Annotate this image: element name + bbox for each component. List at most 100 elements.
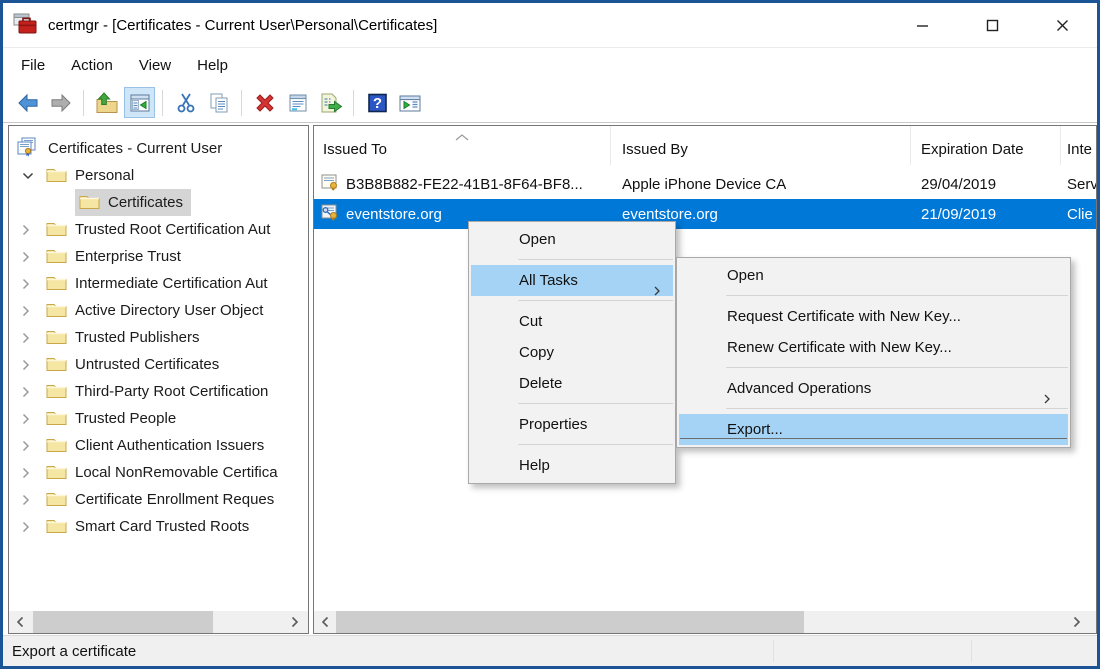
tree-item-cert-enrollment-requests[interactable]: Certificate Enrollment Reques [9,486,308,513]
menu-help[interactable]: Help [184,52,241,79]
show-console-tree-button[interactable] [124,87,155,118]
tree-item-trusted-root[interactable]: Trusted Root Certification Aut [9,216,308,243]
context-menu-open[interactable]: Open [471,224,673,255]
menu-file[interactable]: File [8,52,58,79]
chevron-right-icon[interactable] [22,386,34,398]
close-button[interactable] [1027,3,1097,47]
console-tree: Certificates - Current User Personal [9,126,308,540]
tree-item-client-auth-issuers[interactable]: Client Authentication Issuers [9,432,308,459]
folder-icon [46,327,67,348]
tree-item-enterprise-trust[interactable]: Enterprise Trust [9,243,308,270]
folder-icon [46,462,67,483]
tree-item-third-party-root[interactable]: Third-Party Root Certification [9,378,308,405]
tree-item-label: Personal [75,167,134,184]
submenu-open[interactable]: Open [679,260,1068,291]
delete-button[interactable] [249,87,280,118]
folder-icon [46,381,67,402]
tree-item-untrusted-certificates[interactable]: Untrusted Certificates [9,351,308,378]
chevron-right-icon[interactable] [22,413,34,425]
console-tree-icon [128,91,152,115]
certificate-row-eventstore-selected[interactable]: eventstore.org eventstore.org 21/09/2019… [314,199,1096,229]
back-button[interactable] [12,87,43,118]
scroll-left-arrow[interactable] [316,611,334,633]
scroll-right-arrow[interactable] [1068,611,1086,633]
menu-view[interactable]: View [126,52,184,79]
help-button[interactable]: ? [361,87,392,118]
tree-item-personal[interactable]: Personal [9,162,308,189]
new-window-icon [397,91,423,115]
properties-button[interactable] [282,87,313,118]
chevron-right-icon[interactable] [22,332,34,344]
tree-item-label: Certificates - Current User [48,140,222,157]
chevron-right-icon[interactable] [22,305,34,317]
forward-button[interactable] [45,87,76,118]
context-menu-cut[interactable]: Cut [471,306,673,337]
chevron-right-icon[interactable] [22,467,34,479]
purposes-value: Clie [1067,206,1093,223]
scrollbar-thumb[interactable] [336,611,804,633]
scrollbar-thumb[interactable] [33,611,213,633]
scroll-left-arrow[interactable] [11,611,29,633]
back-arrow-icon [16,91,40,115]
tree-item-certificates-current-user[interactable]: Certificates - Current User [9,135,308,162]
issued-by-value: eventstore.org [622,206,718,223]
chevron-right-icon[interactable] [22,224,34,236]
context-menu-all-tasks[interactable]: All Tasks [471,265,673,296]
scroll-right-arrow[interactable] [286,611,304,633]
menu-separator [518,300,673,301]
tree-item-label: Trusted People [75,410,176,427]
minimize-button[interactable] [887,3,957,47]
context-menu-copy[interactable]: Copy [471,337,673,368]
context-menu-delete[interactable]: Delete [471,368,673,399]
chevron-right-icon[interactable] [22,251,34,263]
certificate-row-b3b8b882[interactable]: B3B8B882-FE22-41B1-8F64-BF8... Apple iPh… [314,169,1096,199]
chevron-right-icon[interactable] [22,278,34,290]
tree-item-smart-card-roots[interactable]: Smart Card Trusted Roots [9,513,308,540]
folder-icon [46,489,67,510]
column-header-issued-to[interactable]: Issued To [314,126,611,165]
title-bar[interactable]: certmgr - [Certificates - Current User\P… [3,3,1097,48]
menu-bar: File Action View Help [3,48,1097,83]
toolbar: ? [3,83,1097,123]
column-header-expiration-date[interactable]: Expiration Date [911,126,1061,165]
tree-item-intermediate[interactable]: Intermediate Certification Aut [9,270,308,297]
export-item-underline [680,438,1067,439]
list-horizontal-scrollbar[interactable] [314,611,1096,633]
folder-icon [79,192,100,213]
tree-item-trusted-publishers[interactable]: Trusted Publishers [9,324,308,351]
chevron-right-icon[interactable] [22,440,34,452]
copy-button[interactable] [203,87,234,118]
chevron-down-icon[interactable] [22,172,34,180]
context-menu: Open All Tasks Cut Copy Delete Propertie… [468,221,676,484]
chevron-right-icon[interactable] [22,521,34,533]
context-menu-help[interactable]: Help [471,450,673,481]
delete-x-icon [253,91,277,115]
up-folder-icon [94,91,120,115]
tree-item-active-directory[interactable]: Active Directory User Object [9,297,308,324]
menu-separator [518,444,673,445]
column-header-intended-purposes[interactable]: Inte [1061,126,1097,165]
submenu-renew-certificate[interactable]: Renew Certificate with New Key... [679,332,1068,363]
context-menu-properties[interactable]: Properties [471,409,673,440]
chevron-right-icon[interactable] [22,359,34,371]
purposes-value: Serv [1067,176,1097,193]
up-one-level-button[interactable] [91,87,122,118]
menu-action[interactable]: Action [58,52,126,79]
tree-item-certificates-selected[interactable]: Certificates [9,189,308,216]
new-window-button[interactable] [394,87,425,118]
forward-arrow-icon [49,91,73,115]
tree-item-label: Trusted Publishers [75,329,200,346]
maximize-button[interactable] [957,3,1027,47]
tree-horizontal-scrollbar[interactable] [9,611,308,633]
submenu-request-certificate[interactable]: Request Certificate with New Key... [679,301,1068,332]
export-list-button[interactable] [315,87,346,118]
expiration-value: 29/04/2019 [921,176,996,193]
tree-item-label: Smart Card Trusted Roots [75,518,249,535]
submenu-advanced-operations[interactable]: Advanced Operations [679,373,1068,404]
submenu-export[interactable]: Export... [679,414,1068,445]
tree-item-trusted-people[interactable]: Trusted People [9,405,308,432]
column-header-issued-by[interactable]: Issued By [611,126,911,165]
cut-button[interactable] [170,87,201,118]
chevron-right-icon[interactable] [22,494,34,506]
tree-item-local-nonremovable[interactable]: Local NonRemovable Certifica [9,459,308,486]
